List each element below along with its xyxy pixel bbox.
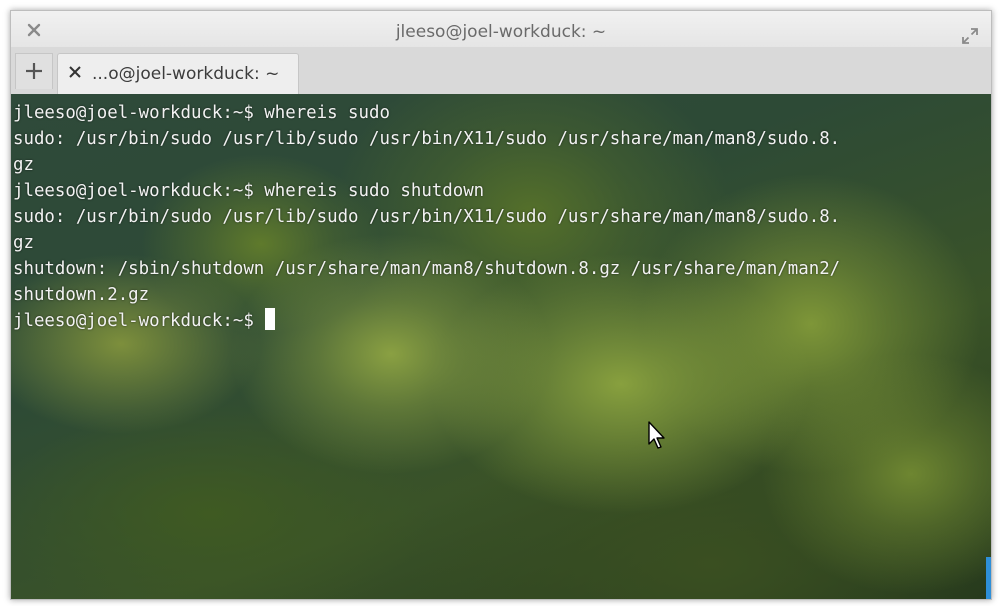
terminal-line: sudo: /usr/bin/sudo /usr/lib/sudo /usr/b… xyxy=(13,129,841,149)
mouse-pointer-icon xyxy=(647,420,669,450)
tab-terminal[interactable]: ...o@joel-workduck: ~ xyxy=(57,53,299,94)
terminal-line: sudo: /usr/bin/sudo /usr/lib/sudo /usr/b… xyxy=(13,207,841,227)
plus-icon xyxy=(26,63,42,79)
terminal-line: jleeso@joel-workduck:~$ whereis sudo shu… xyxy=(13,181,485,201)
tab-close-icon[interactable] xyxy=(67,64,83,80)
window-title: jleeso@joel-workduck: ~ xyxy=(395,22,607,42)
maximize-icon[interactable] xyxy=(961,27,979,45)
terminal-line: jleeso@joel-workduck:~$ whereis sudo xyxy=(13,103,390,123)
tab-label: ...o@joel-workduck: ~ xyxy=(92,64,280,84)
scrollbar[interactable] xyxy=(986,557,991,599)
terminal-window: jleeso@joel-workduck: ~ ...o@joel-workdu… xyxy=(10,10,992,600)
prompt-text: jleeso@joel-workduck:~$ xyxy=(13,311,265,331)
terminal-line: gz xyxy=(13,233,34,253)
tab-bar: ...o@joel-workduck: ~ xyxy=(11,47,991,95)
terminal-line: shutdown.2.gz xyxy=(13,285,150,305)
terminal-line: shutdown: /sbin/shutdown /usr/share/man/… xyxy=(13,259,841,279)
new-tab-button[interactable] xyxy=(15,53,53,89)
terminal-line: gz xyxy=(13,155,34,175)
terminal-text: jleeso@joel-workduck:~$ whereis sudo sudo… xyxy=(11,100,840,334)
text-cursor xyxy=(265,308,276,330)
prompt-line[interactable]: jleeso@joel-workduck:~$ xyxy=(13,308,840,334)
terminal-output[interactable]: jleeso@joel-workduck:~$ whereis sudo sudo… xyxy=(11,94,991,599)
